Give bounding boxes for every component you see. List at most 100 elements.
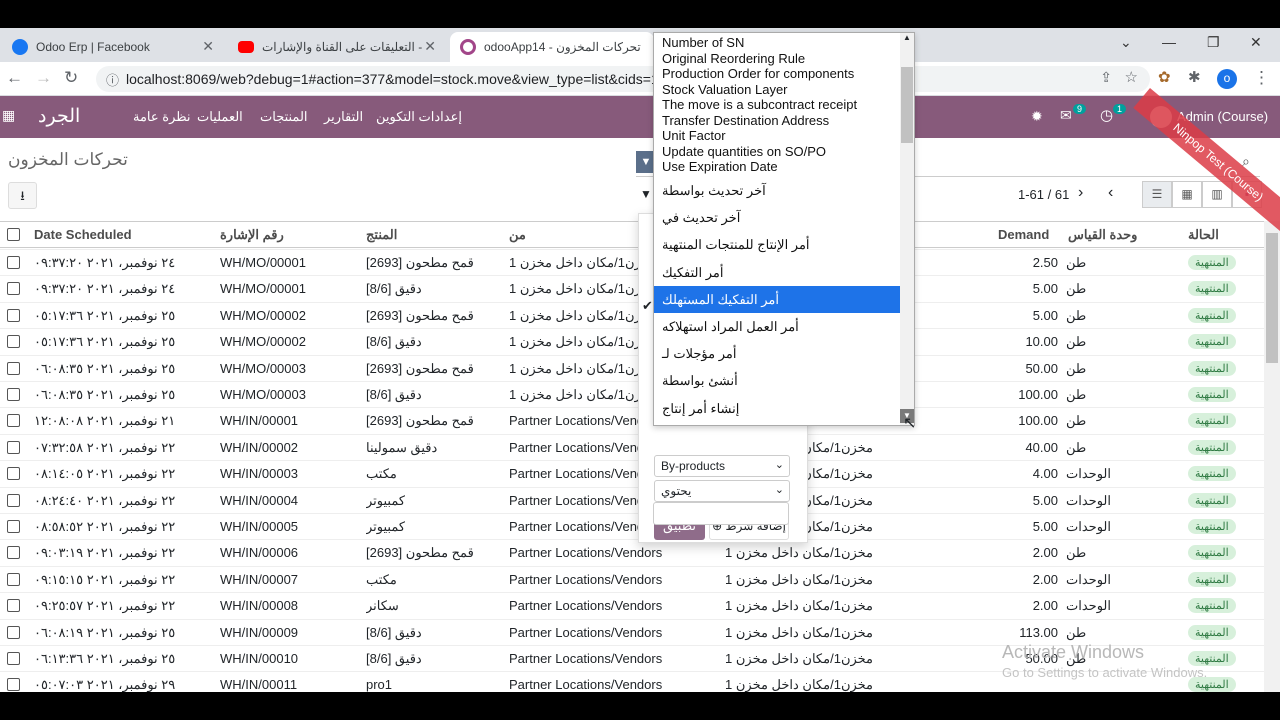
row-checkbox[interactable] — [7, 414, 20, 428]
browser-tab-facebook[interactable]: Odoo Erp | Facebook ✕ — [2, 32, 224, 62]
extension-icon[interactable]: ✿ — [1158, 68, 1171, 86]
extensions-puzzle-icon[interactable]: ✱ — [1188, 68, 1201, 86]
row-checkbox[interactable] — [7, 282, 20, 296]
dropdown-option[interactable]: Stock Valuation Layer — [654, 82, 900, 98]
col-reference[interactable]: رقم الإشارة — [220, 227, 284, 243]
dropdown-option[interactable]: Unit Factor — [654, 128, 900, 144]
dropdown-option-selected[interactable]: أمر التفكيك المستهلك — [654, 285, 900, 313]
filter-field-select[interactable]: By-products ⌄ — [654, 455, 790, 477]
col-demand[interactable]: Demand — [998, 227, 1049, 242]
export-download-button[interactable]: ⭳ — [8, 182, 37, 209]
browser-tab-odoo[interactable]: odooApp14 - تحركات المخزون — [450, 32, 654, 62]
row-checkbox[interactable] — [7, 599, 20, 613]
row-checkbox[interactable] — [7, 335, 20, 349]
table-row[interactable]: ٢٥ نوفمبر، ٢٠٢١ ٠٥:١٧:٣٦ WH/MO/00002 قمح م… — [0, 301, 1264, 328]
bookmark-star-icon[interactable]: ☆ — [1125, 68, 1138, 86]
dropdown-option[interactable]: أمر العمل المراد استهلاكه — [654, 313, 900, 340]
dropdown-option[interactable]: أمر الإنتاج للمنتجات المنتهية — [654, 231, 900, 258]
browser-menu-icon[interactable]: ⋮ — [1253, 68, 1270, 88]
dropdown-option[interactable]: Use Expiration Date — [654, 159, 900, 175]
close-window-icon[interactable]: ✕ — [1250, 34, 1262, 51]
row-checkbox[interactable] — [7, 572, 20, 586]
minimize-icon[interactable]: — — [1162, 34, 1176, 50]
dropdown-option[interactable]: Original Reordering Rule — [654, 51, 900, 67]
tab-search-icon[interactable]: ⌄ — [1120, 34, 1132, 51]
dropdown-option[interactable]: Transfer Destination Address — [654, 113, 900, 129]
menu-overview[interactable]: نظرة عامة — [133, 109, 191, 125]
dropdown-option[interactable]: Number of SN — [654, 35, 900, 51]
col-product[interactable]: المنتج — [366, 227, 397, 243]
dropdown-option[interactable]: Update quantities on SO/PO — [654, 144, 900, 160]
dropdown-option[interactable]: آخر تحديث بواسطة — [654, 177, 900, 204]
col-date[interactable]: Date Scheduled — [34, 227, 132, 242]
menu-products[interactable]: المنتجات — [260, 109, 308, 125]
col-from[interactable]: من — [509, 227, 526, 243]
pager-prev-icon[interactable]: ‹ — [1108, 184, 1113, 202]
restore-icon[interactable]: ❐ — [1207, 34, 1220, 51]
table-row[interactable]: ٢٢ نوفمبر، ٢٠٢١ ٠٨:١٤:٠٥ WH/IN/00003 مكتب P… — [0, 460, 1264, 486]
dropdown-option[interactable]: أمر مؤجلات لـ — [654, 340, 900, 367]
list-view-button[interactable]: ☰ — [1142, 181, 1172, 208]
table-row[interactable]: ٢٢ نوفمبر، ٢٠٢١ ٠٨:٥٨:٥٢ WH/IN/00005 كمبيو… — [0, 513, 1264, 539]
dropdown-option[interactable]: آخر تحديث في — [654, 204, 900, 231]
row-checkbox[interactable] — [7, 546, 20, 560]
table-row[interactable]: ٢٤ نوفمبر، ٢٠٢١ ٠٩:٣٧:٢٠ WH/MO/00001 دقيق … — [0, 275, 1264, 301]
table-row[interactable]: ٢٥ نوفمبر، ٢٠٢١ ٠٥:١٧:٣٦ WH/MO/00002 دقيق … — [0, 328, 1264, 354]
row-checkbox[interactable] — [7, 625, 20, 639]
table-row[interactable]: ٢٢ نوفمبر، ٢٠٢١ ٠٩:٢٥:٥٧ WH/IN/00008 سكانر… — [0, 592, 1264, 618]
scroll-up-icon[interactable]: ▲ — [903, 33, 911, 42]
select-all-checkbox[interactable] — [7, 228, 20, 241]
field-dropdown-list[interactable]: Number of SN Original Reordering Rule Prod… — [653, 32, 915, 426]
col-state[interactable]: الحالة — [1188, 227, 1219, 243]
pivot-view-button[interactable]: ▦ — [1172, 181, 1202, 208]
dropdown-scrollbar-thumb[interactable] — [901, 67, 913, 143]
table-row[interactable]: ٢٢ نوفمبر، ٢٠٢١ ٠٩:١٥:١٥ WH/IN/00007 مكتب P… — [0, 565, 1264, 592]
table-row[interactable]: ٢٢ نوفمبر، ٢٠٢١ ٠٧:٣٢:٥٨ WH/IN/00002 دقيق … — [0, 433, 1264, 460]
col-uom[interactable]: وحدة القياس — [1068, 227, 1137, 243]
table-row[interactable]: ٢٥ نوفمبر، ٢٠٢١ ٠٦:٠٨:١٩ WH/IN/00009 دقيق … — [0, 618, 1264, 645]
filter-value-input[interactable] — [653, 502, 789, 525]
table-row[interactable]: ٢٥ نوفمبر، ٢٠٢١ ٠٦:٠٨:٣٥ WH/MO/00003 دقيق … — [0, 381, 1264, 407]
profile-avatar[interactable]: o — [1217, 69, 1237, 89]
url-field[interactable]: ⓘ localhost:8069/web?debug=1#action=377&… — [96, 66, 1150, 92]
close-icon[interactable]: ✕ — [202, 38, 214, 55]
browser-tab-youtube[interactable]: التعليقات على القناة والإشارات - ... ✕ — [228, 32, 446, 62]
menu-reports[interactable]: التقارير — [324, 109, 363, 125]
row-checkbox[interactable] — [7, 520, 20, 533]
close-icon[interactable]: ✕ — [424, 38, 436, 55]
row-checkbox[interactable] — [7, 388, 20, 401]
table-row[interactable]: ٢٢ نوفمبر، ٢٠٢١ ٠٩:٠٣:١٩ WH/IN/00006 قمح م… — [0, 539, 1264, 565]
table-row[interactable]: ٢٢ نوفمبر، ٢٠٢١ ٠٨:٢٤:٤٠ WH/IN/00004 كمبيو… — [0, 486, 1264, 513]
row-checkbox[interactable] — [7, 308, 20, 322]
table-row[interactable]: ٢٥ نوفمبر، ٢٠٢١ ٠٦:٠٨:٣٥ WH/MO/00003 قمح م… — [0, 354, 1264, 381]
filter-toggle-icon[interactable]: ▼ — [640, 187, 652, 201]
reload-icon[interactable]: ↻ — [64, 68, 78, 88]
back-icon[interactable]: ← — [6, 68, 23, 88]
debug-bug-icon[interactable]: ✹ — [1031, 108, 1043, 125]
dropdown-scrollbar[interactable]: ▲ ▼ — [900, 33, 914, 425]
row-checkbox[interactable] — [7, 678, 20, 692]
row-checkbox[interactable] — [7, 256, 20, 269]
table-row[interactable]: ٢١ نوفمبر، ٢٠٢١ ١٢:٠٨:٠٨ WH/IN/00001 قمح م… — [0, 407, 1264, 433]
pager[interactable]: 1-61 / 61 — [1018, 187, 1069, 202]
apps-menu-icon[interactable]: ▦ — [2, 107, 15, 124]
menu-operations[interactable]: العمليات — [197, 109, 243, 125]
dropdown-option[interactable]: أنشئ بواسطة — [654, 367, 900, 394]
dropdown-option[interactable]: إنشاء أمر إنتاج — [654, 395, 900, 422]
row-checkbox[interactable] — [7, 361, 20, 375]
row-checkbox[interactable] — [7, 440, 20, 454]
messages-icon[interactable]: ✉ — [1060, 107, 1072, 124]
forward-icon[interactable]: → — [35, 68, 52, 88]
app-brand[interactable]: الجرد — [38, 105, 80, 128]
filter-operator-select[interactable]: يحتوي ⌄ — [654, 480, 790, 502]
scrollbar-thumb[interactable] — [1266, 233, 1278, 363]
activity-icon[interactable]: ◷ — [1100, 106, 1113, 124]
pager-next-icon[interactable]: › — [1078, 184, 1083, 202]
row-checkbox[interactable] — [7, 493, 20, 507]
share-icon[interactable]: ⇪ — [1100, 69, 1112, 86]
row-checkbox[interactable] — [7, 467, 20, 481]
table-row[interactable]: ٢٤ نوفمبر، ٢٠٢١ ٠٩:٣٧:٢٠ WH/MO/00001 قمح م… — [0, 249, 1264, 275]
dropdown-option[interactable]: أمر التفكيك — [654, 259, 900, 286]
dropdown-option[interactable]: Production Order for components — [654, 66, 900, 82]
menu-configuration[interactable]: إعدادات التكوين — [376, 109, 462, 125]
